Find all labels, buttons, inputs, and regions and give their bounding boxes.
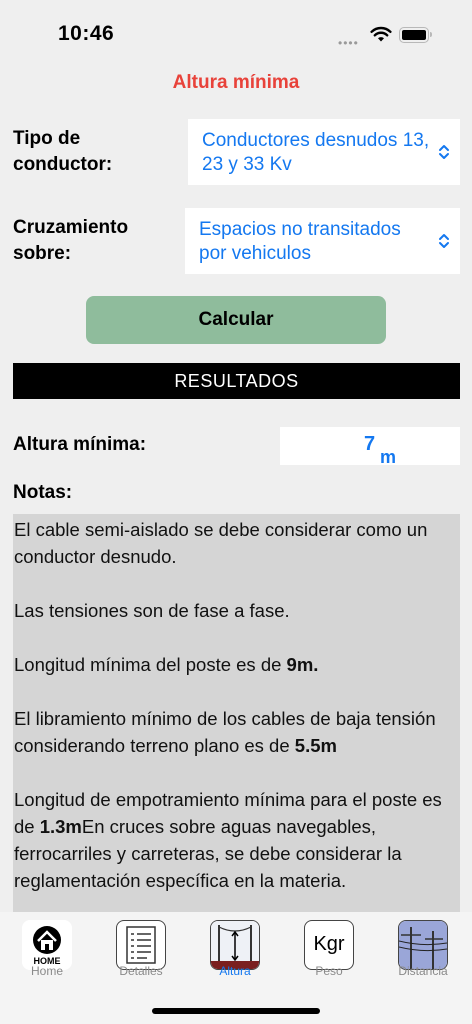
min-height-result: 7 m — [280, 427, 460, 467]
min-height-label: Altura mínima: — [13, 434, 147, 455]
tab-distancia-label: Distancia — [398, 964, 448, 978]
tab-altura-label: Altura — [219, 964, 251, 978]
pole-height-icon — [210, 920, 260, 970]
notes-text-area[interactable]: El cable semi-aislado se debe considerar… — [13, 514, 460, 912]
crossing-select[interactable]: Espacios no transitados por vehiculos — [185, 208, 460, 274]
note-paragraph: Las tensiones son de fase a fase. — [14, 600, 290, 621]
tab-home[interactable]: HOME Home — [12, 920, 82, 978]
conductor-type-value: Conductores desnudos 13, 23 y 33 Kv — [202, 130, 430, 175]
tab-peso[interactable]: Kgr Peso — [294, 920, 364, 978]
note-paragraph: Longitud de empotramiento mínima para el… — [14, 789, 442, 891]
crossing-value: Espacios no transitados por vehiculos — [199, 219, 401, 264]
conductor-type-label: Tipo de conductor: — [13, 128, 113, 175]
tab-home-label: Home — [30, 964, 63, 978]
tab-distancia[interactable]: Distancia — [388, 920, 458, 978]
note-bold-value: 5.5m — [294, 735, 337, 756]
status-time: 10:46 — [58, 22, 115, 45]
power-lines-icon — [398, 920, 448, 970]
crossing-label: Cruzamiento sobre: — [13, 217, 129, 264]
tab-detalles[interactable]: Detalles — [106, 920, 176, 978]
conductor-type-select[interactable]: Conductores desnudos 13, 23 y 33 Kv — [188, 119, 460, 185]
weight-icon-text: Kgr — [313, 933, 345, 955]
page-title: Altura mínima — [172, 72, 300, 93]
chevron-up-down-icon — [439, 145, 449, 159]
note-paragraph: Longitud mínima del poste es de 9m. — [14, 654, 319, 675]
notes-label: Notas: — [13, 482, 73, 503]
battery-icon — [399, 27, 432, 43]
tab-peso-label: Peso — [315, 964, 343, 978]
home-indicator[interactable] — [152, 1008, 320, 1014]
weight-icon: Kgr — [304, 920, 354, 970]
chevron-up-down-icon — [439, 234, 449, 248]
cellular-signal-icon: •••• — [338, 36, 359, 50]
results-header: RESULTADOS — [13, 363, 460, 399]
checklist-icon — [116, 920, 166, 970]
calculate-button[interactable]: Calcular — [86, 296, 386, 344]
min-height-unit: m — [380, 447, 397, 467]
tab-altura[interactable]: Altura — [200, 920, 270, 978]
note-bold-value: 1.3m — [39, 816, 82, 837]
wifi-icon — [370, 26, 392, 42]
note-paragraph: El cable semi-aislado se debe considerar… — [14, 519, 428, 567]
note-paragraph: El libramiento mínimo de los cables de b… — [14, 708, 436, 756]
tab-detalles-label: Detalles — [119, 964, 163, 978]
home-icon: HOME — [22, 920, 72, 970]
note-bold-value: 9m. — [286, 654, 319, 675]
status-bar: 10:46 •••• — [0, 0, 472, 70]
min-height-value: 7 — [364, 433, 376, 455]
